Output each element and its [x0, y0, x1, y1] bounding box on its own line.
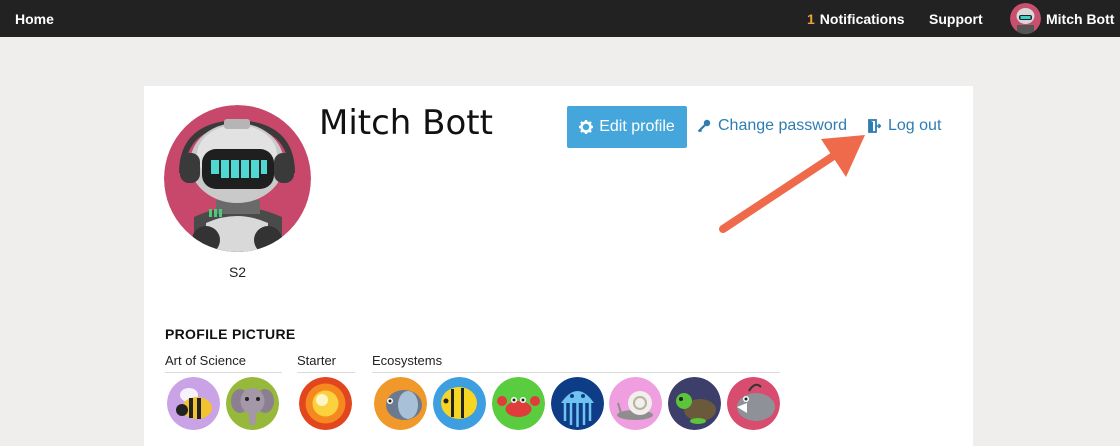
user-menu[interactable]: Mitch Bott	[1010, 3, 1114, 34]
group-art-of-science-label: Art of Science	[165, 353, 282, 373]
group-starter-label: Starter	[297, 353, 355, 373]
log-out-label: Log out	[888, 117, 942, 134]
user-level: S2	[228, 264, 247, 280]
butterflyfish-avatar-icon[interactable]	[433, 377, 486, 430]
anglerfish-avatar-icon[interactable]	[727, 377, 780, 430]
notifications-link[interactable]: 1 Notifications	[807, 11, 905, 27]
user-name: Mitch Bott	[1046, 10, 1115, 27]
home-link[interactable]: Home	[15, 11, 54, 27]
top-nav-bar: Home 1 Notifications Support Mitch Bott	[0, 0, 1120, 37]
gear-icon	[579, 120, 594, 134]
robot-avatar-icon	[164, 105, 311, 252]
notifications-label: Notifications	[819, 11, 905, 27]
notifications-count-badge: 1	[807, 11, 815, 27]
user-avatar-icon	[1010, 3, 1041, 34]
page-title: Mitch Bott	[319, 103, 493, 143]
turtle-avatar-icon[interactable]	[668, 377, 721, 430]
fish-avatar-icon[interactable]	[374, 377, 427, 430]
jellyfish-avatar-icon[interactable]	[551, 377, 604, 430]
group-ecosystems-label: Ecosystems	[372, 353, 780, 373]
sun-avatar-icon[interactable]	[299, 377, 352, 430]
bee-avatar-icon[interactable]	[167, 377, 220, 430]
crab-avatar-icon[interactable]	[492, 377, 545, 430]
snail-avatar-icon[interactable]	[609, 377, 662, 430]
edit-profile-button[interactable]: Edit profile	[567, 106, 687, 148]
annotation-arrow	[719, 135, 865, 233]
profile-picture-heading: PROFILE PICTURE	[165, 326, 296, 342]
elephant-avatar-icon[interactable]	[226, 377, 279, 430]
support-link[interactable]: Support	[929, 11, 983, 27]
edit-profile-label: Edit profile	[599, 118, 675, 135]
